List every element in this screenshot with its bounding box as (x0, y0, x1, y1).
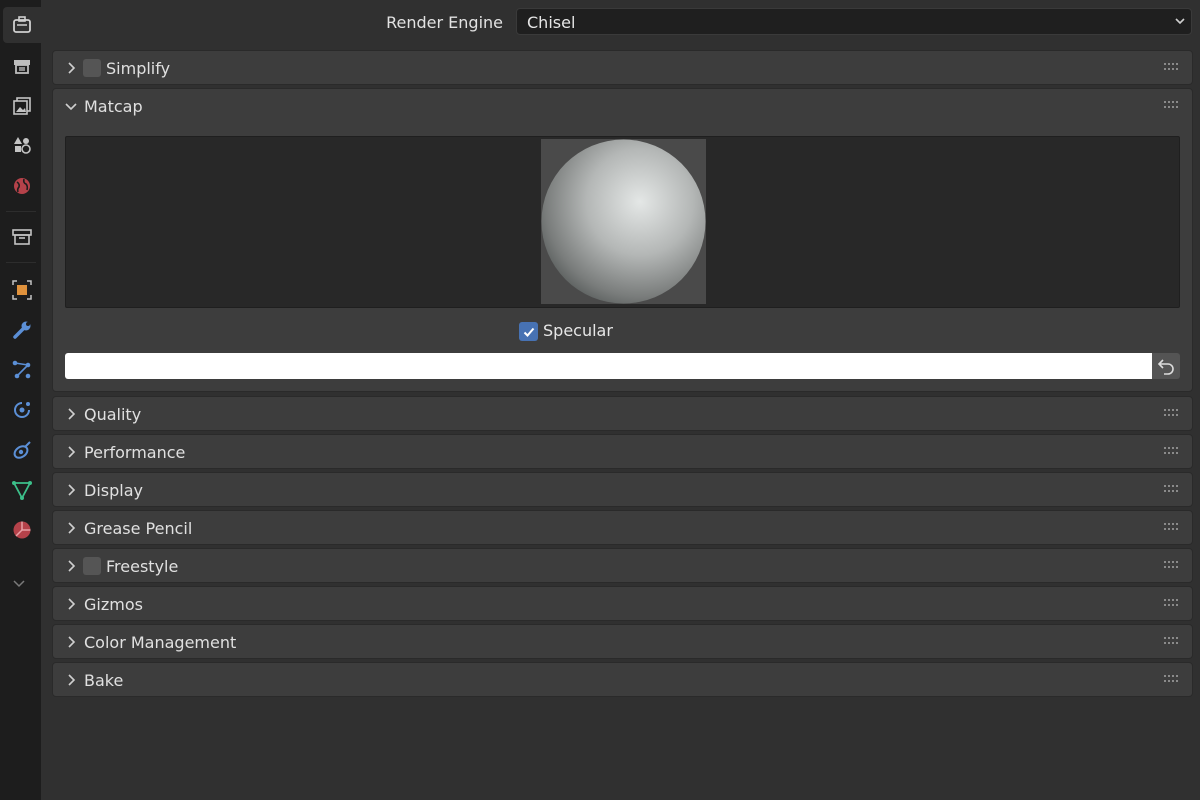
panel-title: Performance (84, 443, 186, 462)
chevron-right-icon (68, 636, 76, 648)
constraints-tab[interactable] (3, 432, 41, 468)
panel-matcap: Matcap Specular (52, 88, 1193, 392)
material-icon (13, 521, 31, 539)
panel-performance: Performance (52, 434, 1193, 469)
chevron-right-icon (68, 408, 76, 420)
freestyle-checkbox[interactable] (83, 557, 101, 575)
tab-separator (6, 211, 36, 212)
view-layer-icon (14, 137, 31, 154)
panel-header[interactable]: Performance (53, 435, 1192, 470)
render-engine-value: Chisel (527, 13, 576, 32)
tool-tab[interactable] (3, 7, 41, 43)
object-tab[interactable] (3, 272, 41, 308)
render-engine-label: Render Engine (386, 13, 503, 32)
chevron-down-icon (65, 103, 77, 111)
render-tab[interactable] (3, 48, 41, 84)
render-engine-row: Render Engine Chisel (41, 8, 1200, 36)
panel-title: Freestyle (106, 557, 179, 576)
specular-label: Specular (543, 321, 613, 340)
checkmark-icon (523, 327, 534, 337)
panel-display: Display (52, 472, 1193, 507)
chevron-down-icon (13, 580, 25, 588)
physics-icon (14, 402, 30, 418)
panel-header[interactable]: Bake (53, 663, 1192, 698)
tab-separator (6, 262, 36, 263)
panel-header[interactable]: Matcap (53, 89, 1192, 124)
drag-handle-icon[interactable] (1164, 409, 1180, 417)
wrench-icon (13, 321, 31, 339)
matcap-path-field[interactable] (65, 353, 1152, 379)
panel-title: Color Management (84, 633, 237, 652)
chevron-down-icon (1175, 18, 1185, 25)
chevron-right-icon (68, 522, 76, 534)
tool-icon (13, 16, 31, 33)
constraints-icon (13, 441, 31, 459)
matcap-preview-box[interactable] (65, 136, 1180, 308)
particles-tab[interactable] (3, 352, 41, 388)
more-tabs-button[interactable] (8, 574, 30, 594)
properties-tab-bar (0, 0, 41, 800)
panel-header[interactable]: Grease Pencil (53, 511, 1192, 546)
panel-grease-pencil: Grease Pencil (52, 510, 1193, 545)
panel-title: Display (84, 481, 143, 500)
panel-bake: Bake (52, 662, 1193, 697)
panel-header[interactable]: Display (53, 473, 1192, 508)
world-tab[interactable] (3, 168, 41, 204)
view-layer-tab[interactable] (3, 127, 41, 163)
chevron-right-icon (68, 560, 76, 572)
particles-icon (12, 360, 31, 379)
panel-title: Bake (84, 671, 124, 690)
chevron-right-icon (68, 446, 76, 458)
panel-color-management: Color Management (52, 624, 1193, 659)
drag-handle-icon[interactable] (1164, 63, 1180, 71)
matcap-thumbnail[interactable] (541, 139, 706, 304)
matcap-sphere-image (541, 139, 706, 304)
render-icon (14, 60, 30, 74)
drag-handle-icon[interactable] (1164, 485, 1180, 493)
drag-handle-icon[interactable] (1164, 101, 1180, 109)
world-icon (14, 178, 30, 194)
render-engine-dropdown[interactable]: Chisel (516, 8, 1192, 35)
data-tab[interactable] (3, 472, 41, 508)
panel-header[interactable]: Freestyle (53, 549, 1192, 584)
panel-title: Quality (84, 405, 142, 424)
reset-button[interactable] (1152, 353, 1180, 379)
panel-simplify: Simplify (52, 50, 1193, 85)
drag-handle-icon[interactable] (1164, 599, 1180, 607)
chevron-right-icon (68, 674, 76, 686)
output-tab[interactable] (3, 88, 41, 124)
mesh-data-icon (12, 481, 32, 500)
panel-header[interactable]: Gizmos (53, 587, 1192, 622)
panel-title: Gizmos (84, 595, 143, 614)
drag-handle-icon[interactable] (1164, 447, 1180, 455)
collection-tab[interactable] (3, 219, 41, 255)
panel-title: Simplify (106, 59, 171, 78)
panel-quality: Quality (52, 396, 1193, 431)
drag-handle-icon[interactable] (1164, 561, 1180, 569)
panel-gizmos: Gizmos (52, 586, 1193, 621)
panel-title: Matcap (84, 97, 143, 116)
drag-handle-icon[interactable] (1164, 523, 1180, 531)
drag-handle-icon[interactable] (1164, 675, 1180, 683)
modifiers-tab[interactable] (3, 312, 41, 348)
panel-header[interactable]: Color Management (53, 625, 1192, 660)
specular-checkbox[interactable] (519, 322, 538, 341)
chevron-right-icon (68, 598, 76, 610)
panel-header[interactable]: Quality (53, 397, 1192, 432)
collection-icon (12, 229, 32, 245)
panel-freestyle: Freestyle (52, 548, 1193, 583)
chevron-right-icon (68, 484, 76, 496)
chevron-right-icon (68, 62, 76, 74)
physics-tab[interactable] (3, 392, 41, 428)
material-tab[interactable] (3, 512, 41, 548)
panel-header[interactable]: Simplify (53, 51, 1192, 86)
simplify-checkbox[interactable] (83, 59, 101, 77)
properties-editor: Render Engine Chisel Simplify Matcap Spe… (41, 0, 1200, 800)
panel-title: Grease Pencil (84, 519, 193, 538)
object-icon (12, 280, 32, 300)
undo-icon (1157, 359, 1174, 375)
output-icon (13, 97, 31, 115)
drag-handle-icon[interactable] (1164, 637, 1180, 645)
